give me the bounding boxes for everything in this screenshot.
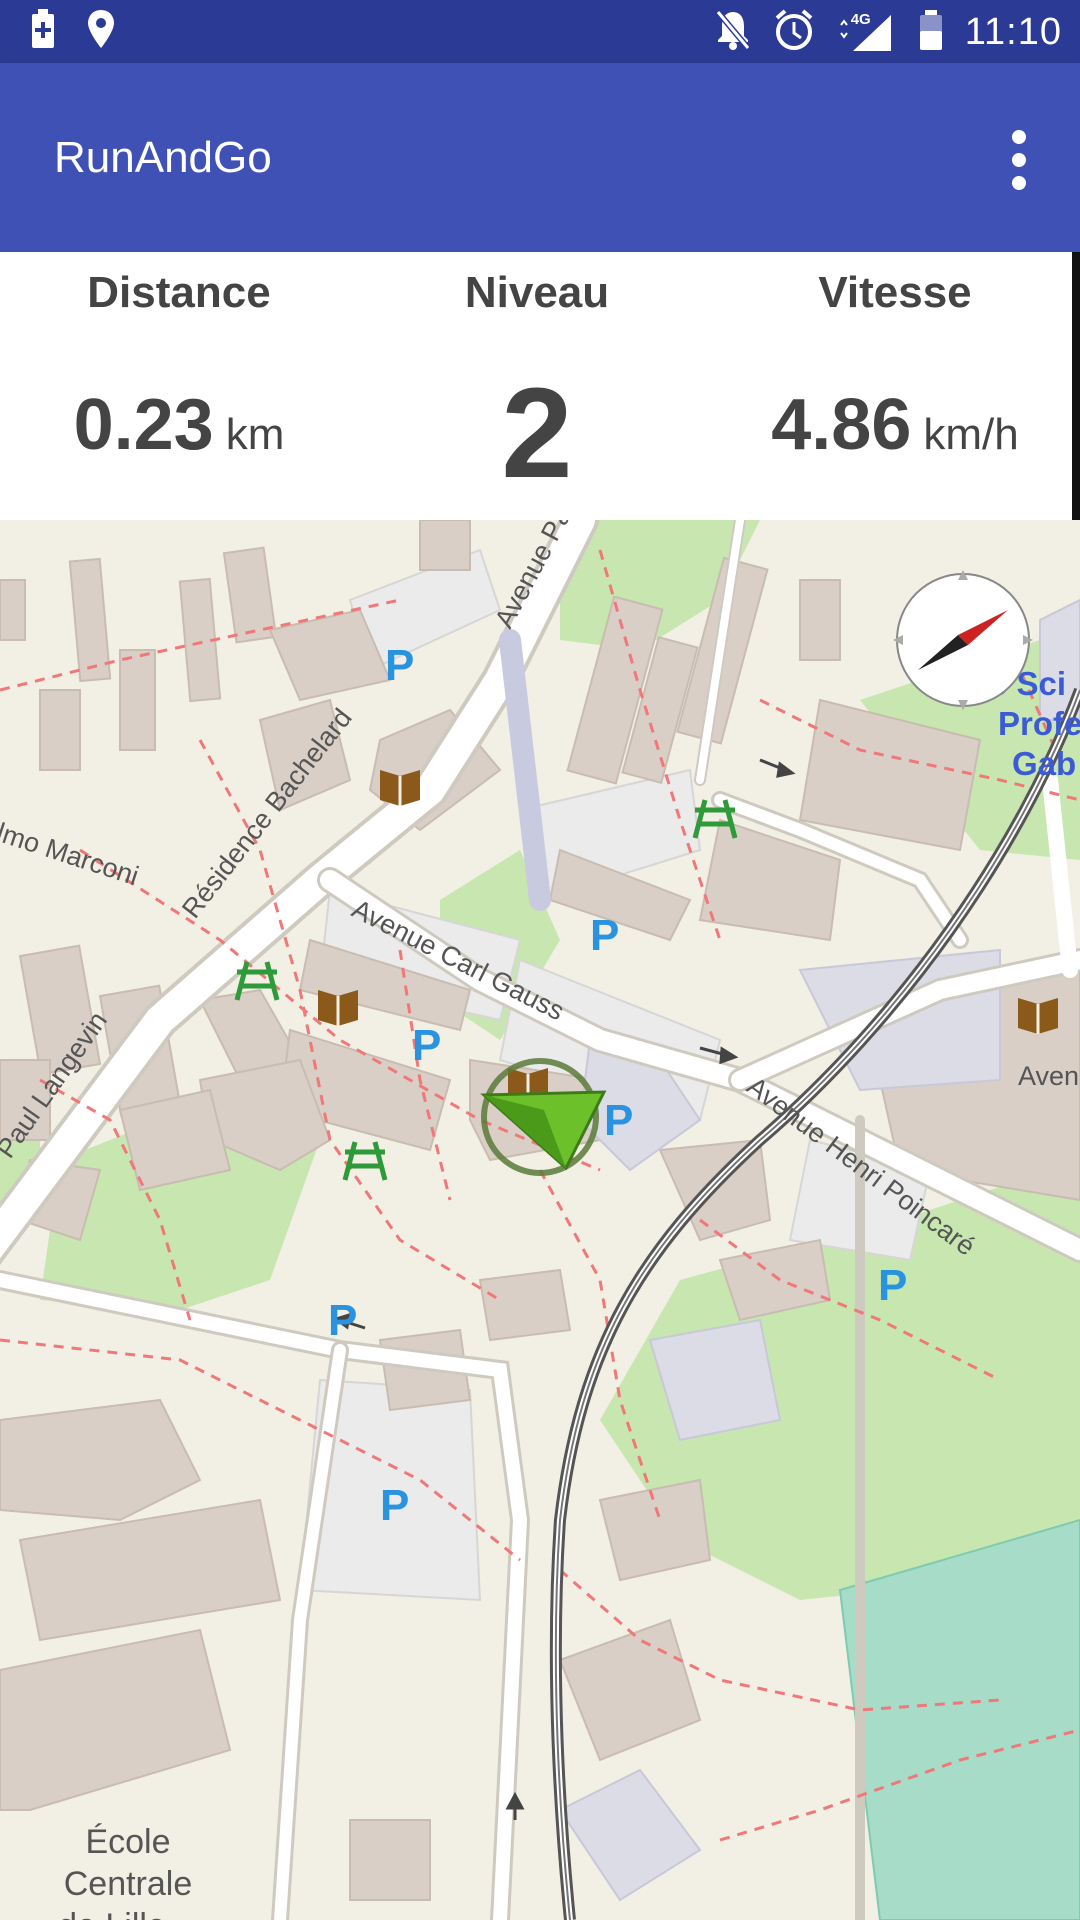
speed-stat: Vitesse 4.86 km/h [716,252,1074,520]
stats-panel: Distance 0.23 km Niveau 2 Vitesse 4.86 km/… [0,252,1072,520]
parking-icon: P [328,1296,357,1345]
distance-value: 0.23 [73,385,214,465]
school-label: École Centrale de Lille [58,1823,192,1920]
sports-field [838,1518,1080,1920]
signal-4g-icon: 4G [837,11,897,55]
speed-unit: km/h [923,410,1019,459]
place-label: Centrale [64,1865,193,1903]
level-label: Niveau [464,268,610,317]
parking-icon: P [604,1096,633,1145]
place-label: École [85,1823,170,1861]
status-bar: 4G 11:10 [0,0,1080,63]
distance-label: Distance [87,268,271,317]
level-stat: Niveau 2 [358,252,716,520]
speed-label: Vitesse [818,268,972,317]
speed-value-row: 4.86 km/h [716,384,1074,466]
place-label: de Lille [58,1907,166,1920]
battery-icon [919,9,943,56]
app-title: RunAndGo [54,133,272,182]
notifications-off-icon [715,8,751,57]
parking-icon: P [412,1021,441,1070]
battery-charging-icon [30,8,56,55]
map-canvas[interactable]: P P P P P P P Avenue Pau Résidence Bache… [0,520,1080,1920]
alarm-icon [773,8,815,57]
picnic-table-icon [342,1141,388,1181]
place-label: Gab [1012,745,1076,782]
street-label: lmo Marconi [0,817,142,891]
parking-icon: P [590,911,619,960]
app-bar: RunAndGo [0,63,1080,252]
parking-icon: P [385,641,414,690]
map-view[interactable]: P P P P P P P Avenue Pau Résidence Bache… [0,520,1080,1920]
parking-icon: P [380,1481,409,1530]
parking-icon: P [878,1261,907,1310]
speed-value: 4.86 [771,385,912,465]
place-label: Profe [998,705,1080,742]
street-label: Aven [1018,1061,1079,1091]
panel-edge [1072,252,1080,520]
distance-stat: Distance 0.23 km [0,252,358,520]
distance-value-row: 0.23 km [0,384,358,466]
distance-unit: km [225,410,285,459]
level-value: 2 [501,362,573,505]
clock: 11:10 [964,11,1062,53]
location-icon [86,8,116,55]
overflow-menu-icon[interactable] [994,125,1044,195]
